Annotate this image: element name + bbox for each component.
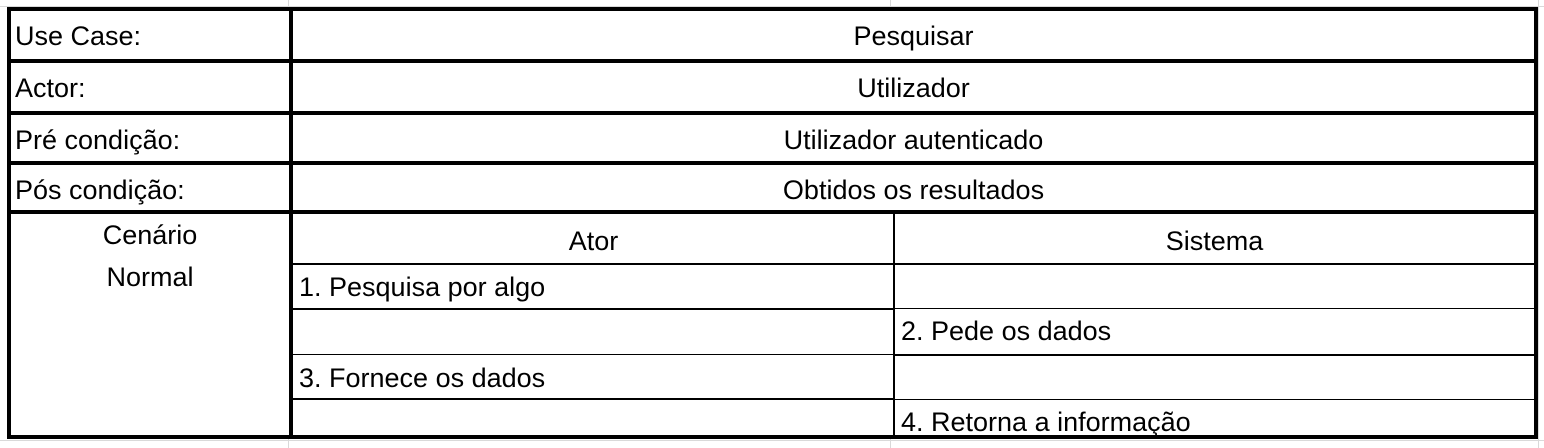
scenario-row-border: [895, 308, 1534, 309]
precondition-value[interactable]: Utilizador autenticado: [293, 118, 1534, 162]
step-2-ator[interactable]: [295, 309, 893, 353]
scenario-row-border: [895, 399, 1534, 400]
row-border: [11, 111, 1534, 115]
use-case-value[interactable]: Pesquisar: [293, 14, 1534, 58]
scenario-row-border: [895, 354, 1534, 356]
step-3-ator[interactable]: 3. Fornece os dados: [295, 356, 893, 400]
scenario-label[interactable]: Cenário Normal: [11, 214, 289, 298]
use-case-label[interactable]: Use Case:: [11, 14, 291, 58]
scenario-label-line2: Normal: [106, 262, 194, 292]
scenario-label-line1: Cenário: [102, 220, 198, 250]
scenario-row-border: [293, 398, 894, 400]
precondition-label[interactable]: Pré condição:: [11, 118, 291, 162]
actor-value[interactable]: Utilizador: [293, 66, 1534, 110]
step-4-sistema[interactable]: 4. Retorna a informação: [897, 400, 1533, 440]
scenario-row-border: [293, 308, 894, 310]
actor-label[interactable]: Actor:: [11, 66, 291, 110]
scenario-column-divider: [893, 214, 895, 435]
row-border: [11, 161, 1534, 165]
step-2-sistema[interactable]: 2. Pede os dados: [897, 309, 1533, 353]
step-1-ator[interactable]: 1. Pesquisa por algo: [295, 265, 893, 309]
scenario-row-border: [293, 354, 894, 355]
step-3-sistema[interactable]: [897, 356, 1533, 400]
postcondition-label[interactable]: Pós condição:: [11, 168, 291, 212]
column-header-ator[interactable]: Ator: [293, 219, 894, 263]
row-border: [11, 59, 1534, 63]
step-1-sistema[interactable]: [897, 265, 1533, 309]
postcondition-value[interactable]: Obtidos os resultados: [293, 168, 1534, 212]
use-case-table: Use Case: Pesquisar Actor: Utilizador Pr…: [7, 7, 1538, 439]
step-4-ator[interactable]: [295, 400, 893, 444]
column-header-sistema[interactable]: Sistema: [895, 219, 1534, 263]
scenario-row-border: [293, 263, 1534, 265]
